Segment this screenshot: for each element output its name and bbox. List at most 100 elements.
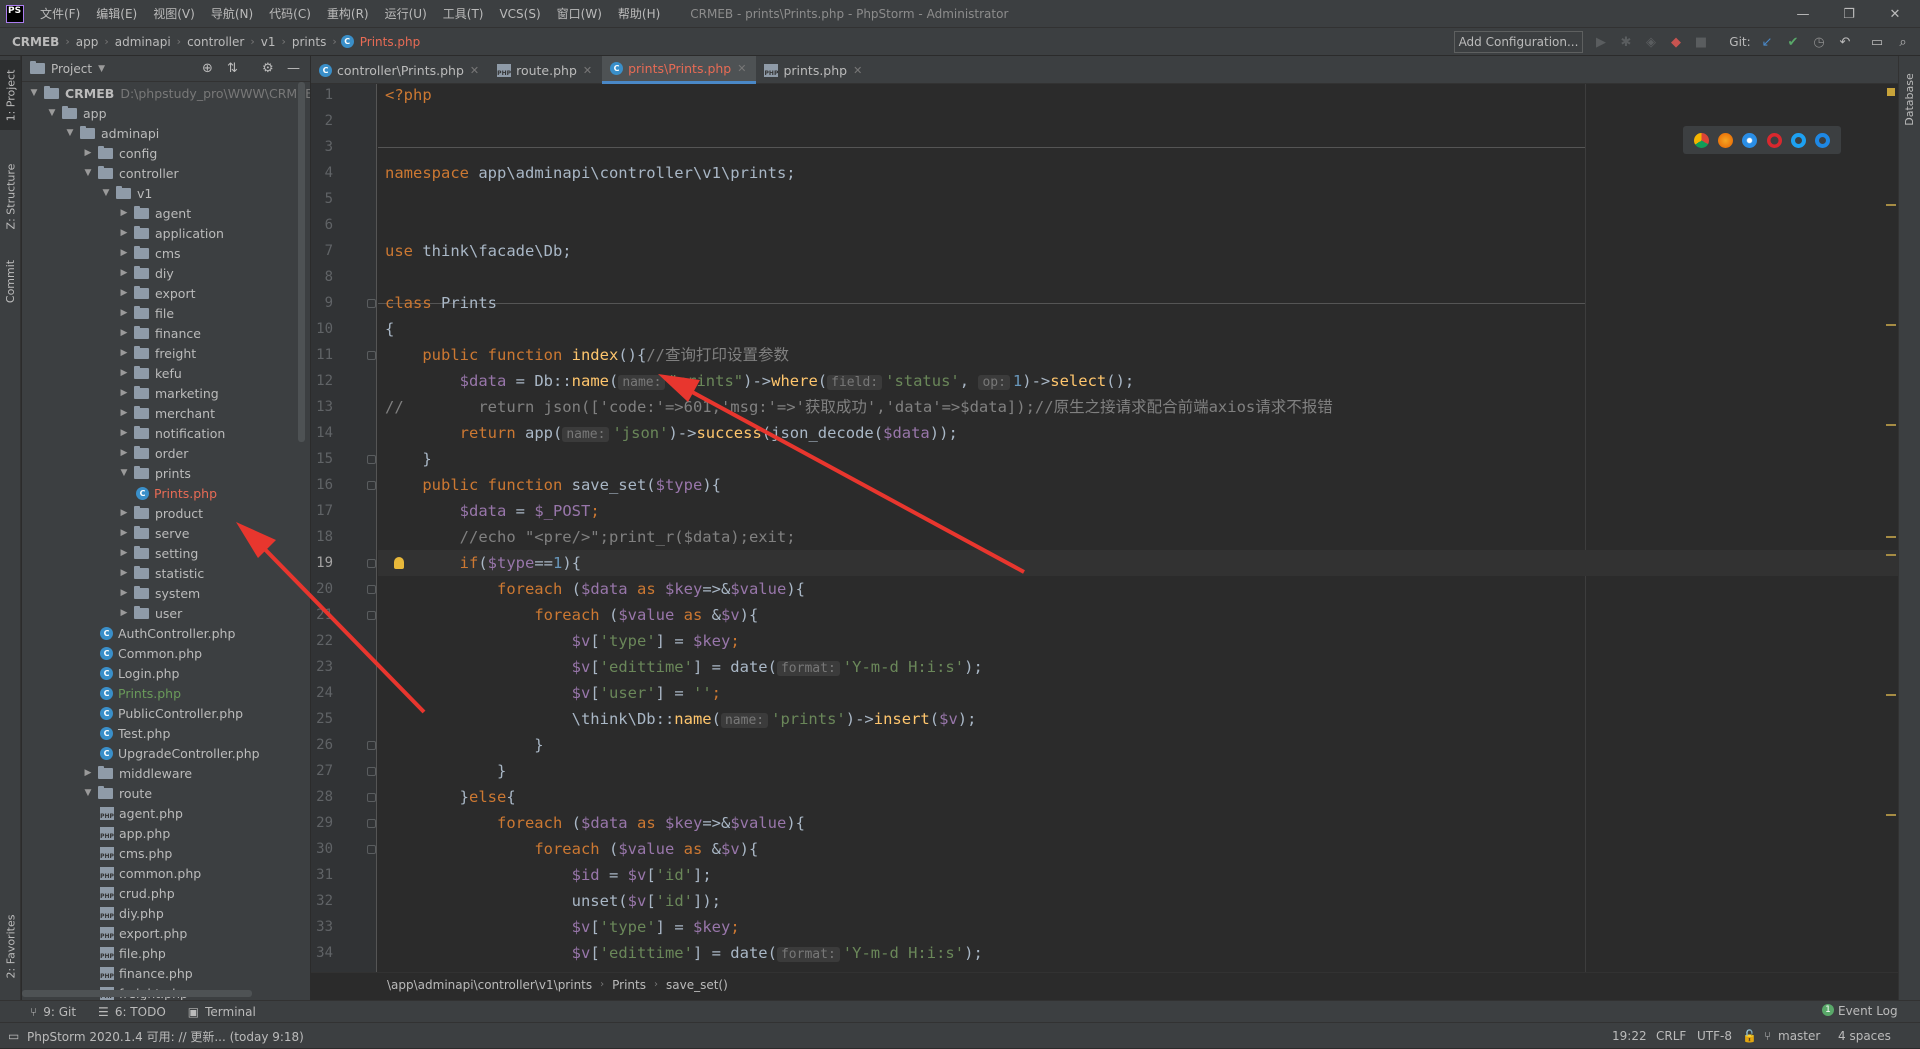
git-branch[interactable]: master <box>1778 1023 1820 1049</box>
chevron-right-icon[interactable]: ▶ <box>118 268 130 278</box>
menu-item[interactable]: 帮助(H) <box>610 5 668 22</box>
file-encoding[interactable]: UTF-8 <box>1697 1023 1732 1049</box>
menu-item[interactable]: 窗口(W) <box>549 5 610 22</box>
menu-item[interactable]: 代码(C) <box>261 5 319 22</box>
breadcrumb-item[interactable]: Prints.php <box>358 35 423 49</box>
database-tool-tab[interactable]: Database <box>1899 64 1920 134</box>
minimize-icon[interactable]: — <box>1780 0 1826 28</box>
fold-marker-icon[interactable] <box>367 559 376 568</box>
history-icon[interactable]: ◷ <box>1810 33 1828 51</box>
chevron-right-icon[interactable]: ▶ <box>118 368 130 378</box>
maximize-icon[interactable]: ❐ <box>1826 0 1872 28</box>
tree-item-php[interactable]: PHP agent.php <box>100 803 183 823</box>
menu-item[interactable]: 工具(T) <box>435 5 492 22</box>
error-stripe-marker[interactable] <box>1886 554 1896 556</box>
git-tool-button[interactable]: 9: Git <box>43 1005 76 1019</box>
event-log-button[interactable]: Event Log <box>1838 1004 1898 1018</box>
tree-item-php[interactable]: PHP finance.php <box>100 963 193 983</box>
tree-item-class[interactable]: C Common.php <box>100 643 202 663</box>
editor-breadcrumb-item[interactable]: save_set() <box>666 978 728 992</box>
error-stripe-marker[interactable] <box>1886 814 1896 816</box>
tree-item-class[interactable]: C Prints.php <box>136 483 217 503</box>
editor-tab[interactable]: PHP route.php ✕ <box>489 56 602 84</box>
tree-item-folder[interactable]: ▶ notification <box>118 423 225 443</box>
tree-item-folder[interactable]: ▼ app <box>46 103 107 123</box>
structure-tool-tab[interactable]: Z: Structure <box>0 151 21 241</box>
breadcrumb-item[interactable]: adminapi <box>113 35 173 49</box>
tree-item-class[interactable]: C AuthController.php <box>100 623 235 643</box>
breadcrumb-item[interactable]: prints <box>290 35 328 49</box>
breadcrumb-item[interactable]: v1 <box>259 35 278 49</box>
opera-icon[interactable] <box>1766 132 1782 148</box>
chevron-down-icon[interactable]: ▼ <box>100 188 112 198</box>
fold-marker-icon[interactable] <box>367 819 376 828</box>
chevron-right-icon[interactable]: ▶ <box>118 328 130 338</box>
editor-tab[interactable]: PHP prints.php ✕ <box>756 56 872 84</box>
breadcrumb-item[interactable]: app <box>74 35 101 49</box>
safari-icon[interactable] <box>1742 132 1758 148</box>
caret-position[interactable]: 19:22 <box>1612 1023 1647 1049</box>
git-update-icon[interactable]: ↙ <box>1758 33 1776 51</box>
tree-item-folder[interactable]: ▶ order <box>118 443 188 463</box>
tree-item-folder[interactable]: ▶ export <box>118 283 196 303</box>
chevron-right-icon[interactable]: ▶ <box>118 428 130 438</box>
breadcrumb-item[interactable]: CRMEB <box>0 35 61 49</box>
indent-setting[interactable]: 4 spaces <box>1838 1023 1891 1049</box>
menu-item[interactable]: 编辑(E) <box>88 5 145 22</box>
fold-marker-icon[interactable] <box>367 611 376 620</box>
chevron-down-icon[interactable]: ▼ <box>82 168 94 178</box>
close-icon[interactable]: ✕ <box>1872 0 1918 28</box>
tree-root-crmeb[interactable]: ▼ CRMEB D:\phpstudy_pro\WWW\CRMEB\C <box>28 83 310 103</box>
tree-item-folder[interactable]: ▶ middleware <box>82 763 192 783</box>
close-tab-icon[interactable]: ✕ <box>470 64 479 77</box>
add-configuration-button[interactable]: Add Configuration... <box>1454 31 1583 53</box>
chevron-right-icon[interactable]: ▶ <box>82 148 94 158</box>
tree-item-folder[interactable]: ▼ route <box>82 783 152 803</box>
chevron-down-icon[interactable]: ▼ <box>64 128 76 138</box>
run-icon[interactable]: ▶ <box>1592 33 1610 51</box>
coverage-icon[interactable]: ◈ <box>1642 33 1660 51</box>
firefox-icon[interactable] <box>1717 132 1733 148</box>
chevron-right-icon[interactable]: ▶ <box>118 228 130 238</box>
tree-item-folder[interactable]: ▶ statistic <box>118 563 204 583</box>
tree-item-folder[interactable]: ▶ kefu <box>118 363 182 383</box>
fold-marker-icon[interactable] <box>367 793 376 802</box>
chevron-right-icon[interactable]: ▶ <box>118 248 130 258</box>
chevron-right-icon[interactable]: ▶ <box>118 288 130 298</box>
lock-icon[interactable]: 🔓 <box>1742 1023 1757 1049</box>
close-tab-icon[interactable]: ✕ <box>583 64 592 77</box>
error-stripe-marker[interactable] <box>1886 324 1896 326</box>
rollback-icon[interactable]: ↶ <box>1836 33 1854 51</box>
tree-item-php[interactable]: PHP diy.php <box>100 903 164 923</box>
chevron-down-icon[interactable]: ▼ <box>118 468 130 478</box>
inspection-status-icon[interactable] <box>1887 88 1895 96</box>
line-separator[interactable]: CRLF <box>1656 1023 1686 1049</box>
menu-item[interactable]: 视图(V) <box>145 5 203 22</box>
tree-item-folder[interactable]: ▶ agent <box>118 203 191 223</box>
chevron-right-icon[interactable]: ▶ <box>118 528 130 538</box>
tree-item-folder[interactable]: ▼ v1 <box>100 183 152 203</box>
chevron-down-icon[interactable]: ▼ <box>82 788 94 798</box>
chevron-right-icon[interactable]: ▶ <box>118 608 130 618</box>
search-icon[interactable]: ⌕ <box>1894 33 1912 51</box>
project-view-selector[interactable]: Project <box>51 62 92 76</box>
debug-icon[interactable]: ✱ <box>1617 33 1635 51</box>
gear-icon[interactable]: ⚙ <box>262 61 274 76</box>
tree-item-folder[interactable]: ▶ diy <box>118 263 174 283</box>
chrome-icon[interactable] <box>1693 132 1709 148</box>
code-editor[interactable]: 1 2 3 4 5 6 7 8 9 10 11 12 13 14 15 16 17 18 19 20 21 22 23 24 2… <box>311 84 1898 972</box>
tree-item-class[interactable]: C UpgradeController.php <box>100 743 260 763</box>
chevron-right-icon[interactable]: ▶ <box>82 768 94 778</box>
fold-marker-icon[interactable] <box>367 741 376 750</box>
editor-breadcrumb-item[interactable]: \app\adminapi\controller\v1\prints <box>387 978 592 992</box>
layout-icon[interactable]: ▭ <box>1868 33 1886 51</box>
chevron-down-icon[interactable]: ▼ <box>46 108 58 118</box>
chevron-down-icon[interactable]: ▼ <box>98 64 105 74</box>
error-stripe-marker[interactable] <box>1886 204 1896 206</box>
error-stripe-marker[interactable] <box>1886 424 1896 426</box>
locate-icon[interactable]: ⊕ <box>202 61 213 76</box>
editor-breadcrumb-item[interactable]: Prints <box>612 978 646 992</box>
project-scrollbar[interactable] <box>298 82 305 442</box>
fold-marker-icon[interactable] <box>367 767 376 776</box>
error-stripe-marker[interactable] <box>1886 536 1896 538</box>
